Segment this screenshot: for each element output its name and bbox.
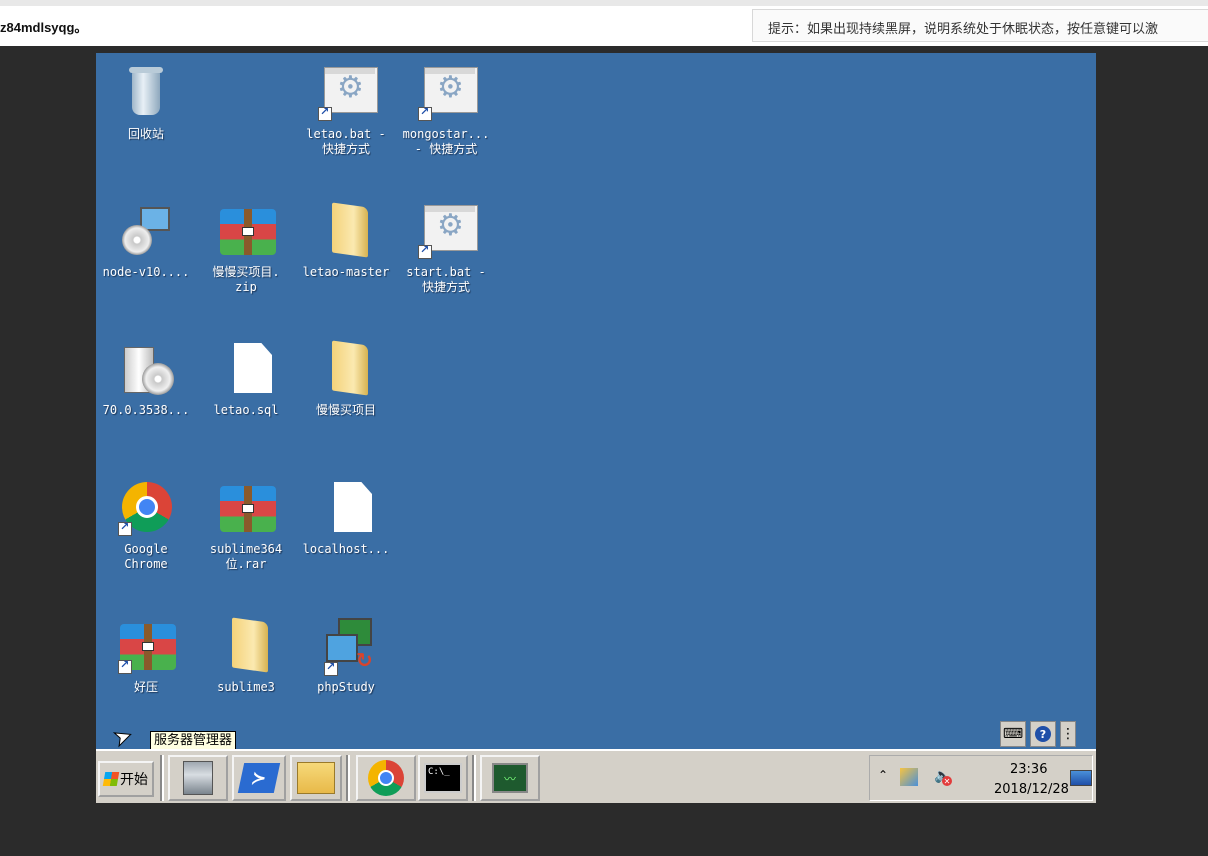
taskbar-grip	[160, 755, 164, 801]
task-manager-icon: 〰	[492, 763, 528, 793]
desktop-icon-label: letao.sql	[213, 403, 279, 417]
installer-icon	[122, 207, 182, 267]
desktop-icon-label: 慢慢买项目	[315, 403, 376, 417]
folder-icon	[316, 201, 376, 261]
winrar-archive-icon	[216, 478, 276, 538]
chrome-icon	[116, 478, 176, 538]
desktop-icon-label: start.bat - 快捷方式	[406, 265, 486, 294]
muted-x-icon: ✕	[942, 776, 952, 786]
command-prompt-icon: C:\_	[424, 763, 462, 793]
desktop-icon-label: mongostar... - 快捷方式	[402, 127, 490, 156]
rdp-toolbar: ⌨ ? ⋮	[1000, 720, 1096, 748]
taskbar-chrome[interactable]	[356, 755, 416, 801]
hint-banner: 提示：如果出现持续黑屏，说明系统处于休眠状态，按任意键可以激	[752, 9, 1208, 42]
desktop-icon-node[interactable]: node-v10....	[96, 201, 196, 280]
taskbar-task-manager[interactable]: 〰	[480, 755, 540, 801]
desktop-icon-label: 70.0.3538...	[102, 403, 190, 417]
desktop-icon-label: phpStudy	[317, 680, 375, 694]
taskbar-grip	[472, 755, 476, 801]
desktop-icon-recycle-bin[interactable]: 回收站	[96, 63, 196, 142]
keyboard-icon: ⌨	[1002, 726, 1024, 742]
chrome-icon	[368, 760, 404, 796]
taskbar: 开始 ≻ C:\_ 〰 ⌃ 🔈 ✕ 23:36 2018/12/28	[96, 749, 1096, 803]
folder-icon	[216, 616, 276, 676]
taskbar-powershell[interactable]: ≻	[232, 755, 286, 801]
more-icon: ⋮	[1061, 726, 1075, 742]
desktop-icon-haozip[interactable]: 好压	[96, 616, 196, 695]
desktop-icon-phpstudy[interactable]: ↻ phpStudy	[296, 616, 396, 695]
top-bar-edge	[0, 0, 1208, 6]
system-tray: ⌃ 🔈 ✕ 23:36 2018/12/28	[869, 755, 1093, 801]
help-icon: ?	[1035, 726, 1051, 742]
folder-explorer-icon	[297, 762, 335, 794]
help-button[interactable]: ?	[1030, 721, 1056, 747]
desktop-icon-label: 好压	[133, 680, 158, 694]
desktop-icon-manman-folder[interactable]: 慢慢买项目	[296, 339, 396, 418]
desktop-icon-mongostar[interactable]: mongostar... - 快捷方式	[396, 63, 496, 157]
taskbar-cmd[interactable]: C:\_	[418, 755, 468, 801]
haozip-icon	[116, 616, 176, 676]
desktop-icon-sublime3[interactable]: sublime3	[196, 616, 296, 695]
show-desktop-icon[interactable]	[1070, 770, 1092, 786]
desktop-icon-chrome-setup[interactable]: 70.0.3538...	[96, 339, 196, 418]
desktop-icon-manman-zip[interactable]: 慢慢买项目. zip	[196, 201, 296, 295]
taskbar-explorer[interactable]	[290, 755, 342, 801]
session-id-text: z84mdlsyqg。	[0, 20, 88, 35]
shortcut-arrow-icon	[118, 520, 132, 536]
shortcut-arrow-icon	[418, 243, 432, 259]
desktop-icon-google-chrome[interactable]: Google Chrome	[96, 478, 196, 572]
action-center-flag-icon[interactable]	[900, 768, 918, 786]
desktop-icon-label: letao.bat - 快捷方式	[306, 127, 386, 156]
shortcut-arrow-icon	[318, 105, 332, 121]
desktop-icon-start-bat[interactable]: start.bat - 快捷方式	[396, 201, 496, 295]
batch-shortcut-icon	[316, 63, 378, 123]
desktop-icon-label: localhost...	[302, 542, 390, 556]
desktop-icon-label: node-v10....	[102, 265, 190, 279]
tooltip: 服务器管理器	[150, 731, 237, 751]
setup-cd-icon	[122, 345, 182, 405]
file-icon	[216, 339, 276, 399]
remote-desktop[interactable]: 回收站 node-v10.... 70.0.3538... Google Chr…	[96, 53, 1096, 803]
desktop-icon-sublime-rar[interactable]: sublime364 位.rar	[196, 478, 296, 572]
top-bar: z84mdlsyqg。 提示：如果出现持续黑屏，说明系统处于休眠状态，按任意键可…	[0, 0, 1208, 46]
folder-icon	[316, 339, 376, 399]
file-icon	[316, 478, 376, 538]
recycle-bin-icon	[116, 63, 176, 123]
mouse-cursor-icon: ➤	[110, 722, 137, 753]
windows-logo-icon	[102, 772, 120, 786]
winrar-archive-icon	[216, 201, 276, 261]
desktop-icon-label: Google Chrome	[124, 542, 168, 571]
desktop-icon-letao-bat[interactable]: letao.bat - 快捷方式	[296, 63, 396, 157]
clock-date[interactable]: 2018/12/28	[994, 782, 1069, 797]
keyboard-button[interactable]: ⌨	[1000, 721, 1026, 747]
phpstudy-icon: ↻	[322, 618, 382, 678]
desktop-icon-label: 慢慢买项目. zip	[212, 265, 280, 294]
shortcut-arrow-icon	[418, 105, 432, 121]
desktop-icon-letao-master[interactable]: letao-master	[296, 201, 396, 280]
batch-shortcut-icon	[416, 201, 478, 261]
clock-time[interactable]: 23:36	[1010, 762, 1047, 777]
desktop-icon-letao-sql[interactable]: letao.sql	[196, 339, 296, 418]
more-button[interactable]: ⋮	[1060, 721, 1076, 747]
start-button[interactable]: 开始	[98, 761, 154, 797]
taskbar-server-manager[interactable]	[168, 755, 228, 801]
desktop-icon-label: sublime3	[217, 680, 275, 694]
desktop-icon-label: letao-master	[302, 265, 390, 279]
desktop-icon-label: sublime364 位.rar	[209, 542, 283, 571]
desktop-icon-localhost[interactable]: localhost...	[296, 478, 396, 557]
chevron-up-icon[interactable]: ⌃	[878, 768, 888, 782]
start-label: 开始	[120, 772, 148, 788]
shortcut-arrow-icon	[118, 658, 132, 674]
server-manager-icon	[183, 761, 213, 795]
desktop-icon-label: 回收站	[127, 127, 164, 141]
shortcut-arrow-icon	[324, 660, 338, 676]
taskbar-grip	[346, 755, 350, 801]
powershell-icon: ≻	[237, 763, 281, 793]
batch-shortcut-icon	[416, 63, 478, 123]
